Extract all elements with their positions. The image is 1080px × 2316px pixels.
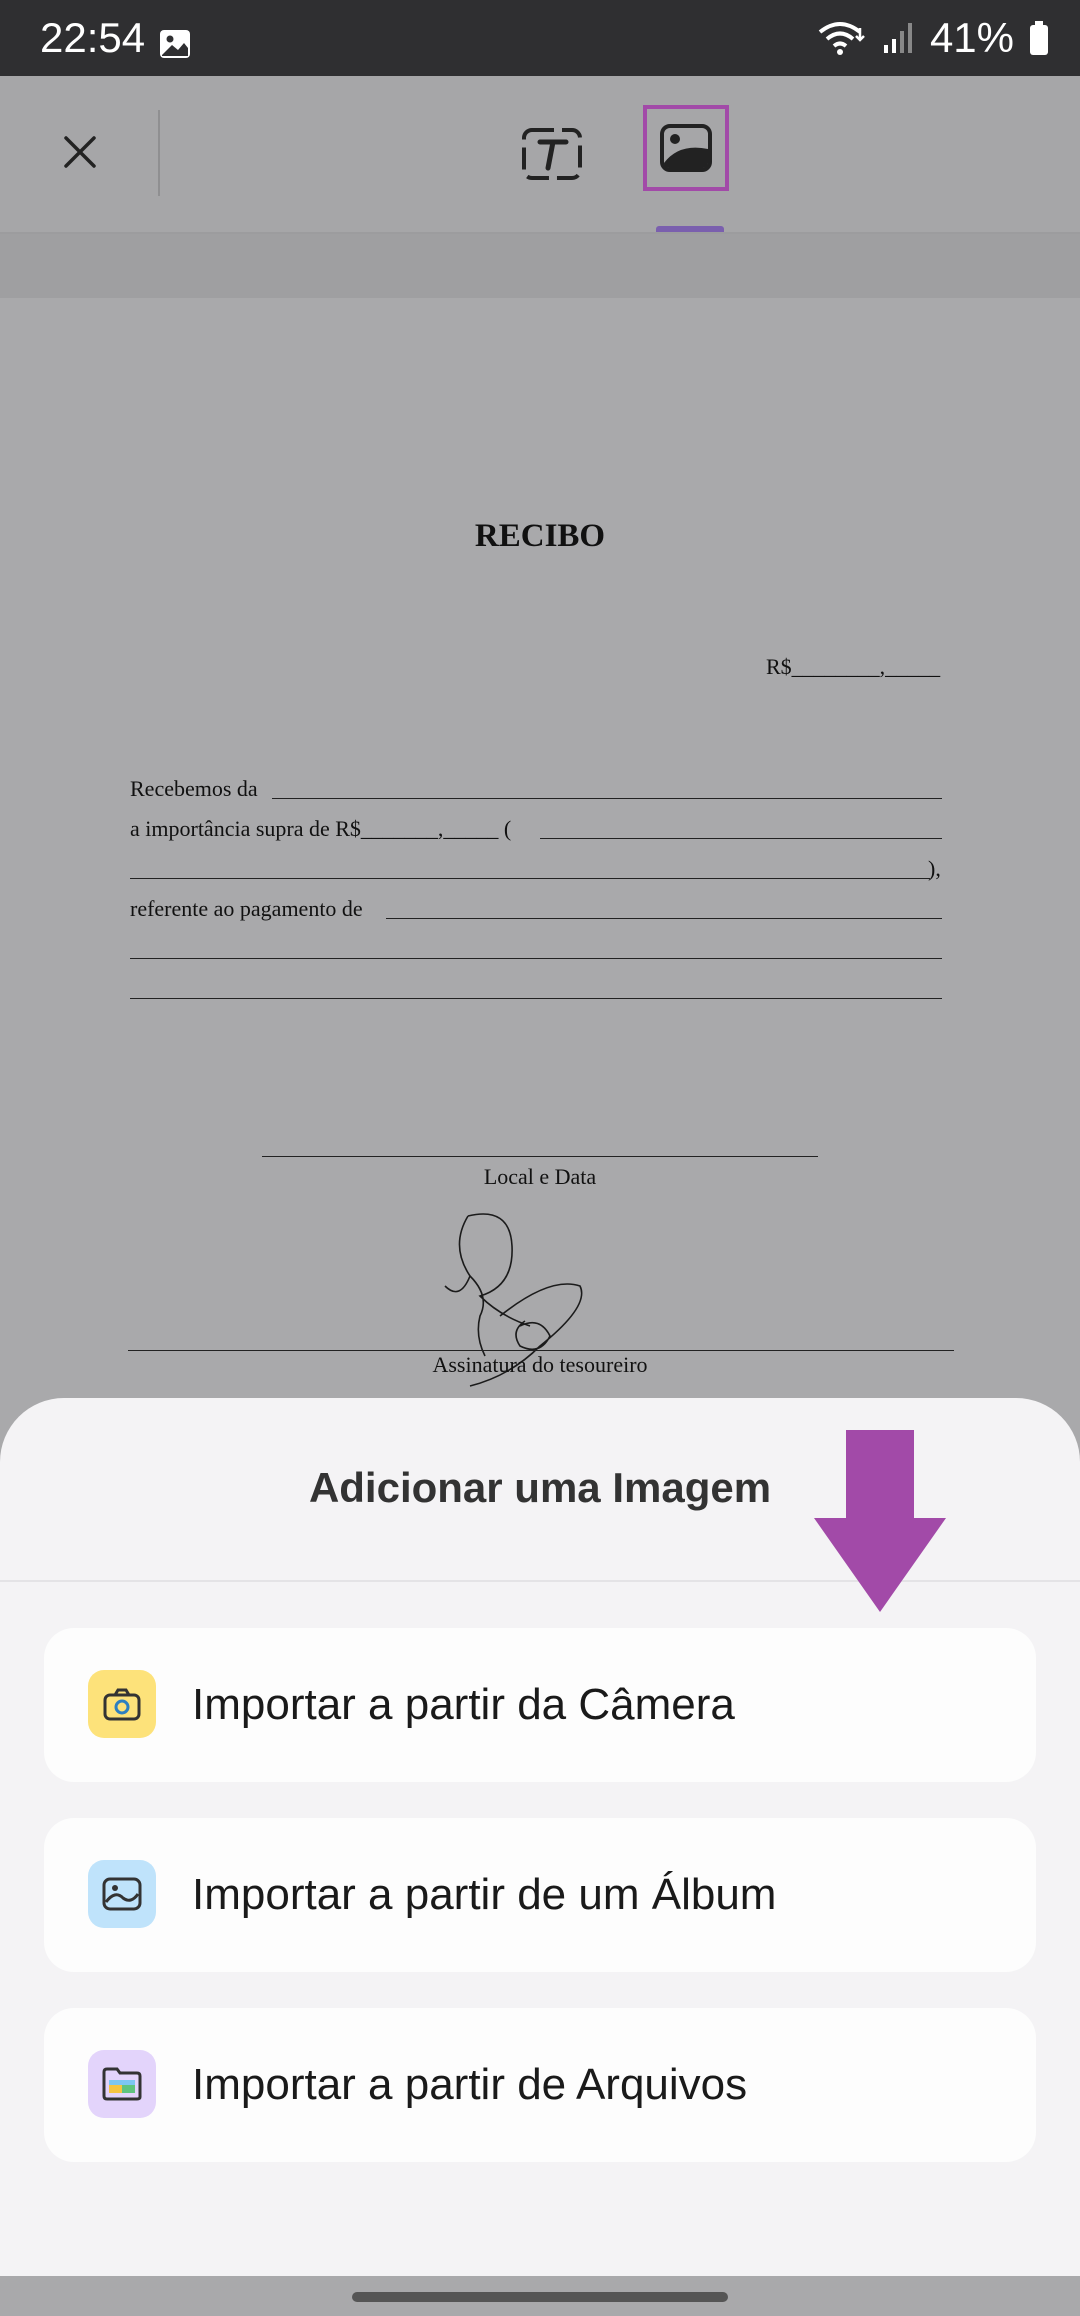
document-line-text: referente ao pagamento de bbox=[130, 896, 363, 921]
document-blank bbox=[262, 1156, 818, 1157]
option-label: Importar a partir de Arquivos bbox=[192, 2060, 748, 2109]
local-date-caption: Local e Data bbox=[483, 1164, 597, 1189]
close-icon bbox=[64, 136, 96, 168]
document-title: RECIBO bbox=[474, 518, 606, 554]
toolbar-divider bbox=[158, 110, 160, 196]
image-icon bbox=[160, 30, 190, 58]
battery-percentage: 41% bbox=[929, 14, 1014, 61]
import-album-option[interactable]: Importar a partir de um Álbum bbox=[44, 1818, 1036, 1972]
folder-icon-badge bbox=[88, 2050, 156, 2118]
option-label: Importar a partir da Câmera bbox=[192, 1680, 735, 1729]
status-right-group: 41% bbox=[818, 14, 1050, 62]
image-tool-icon bbox=[660, 124, 712, 172]
active-tab-indicator bbox=[656, 226, 724, 232]
document-blank bbox=[130, 878, 930, 879]
album-icon-badge bbox=[88, 1860, 156, 1928]
import-camera-option[interactable]: Importar a partir da Câmera bbox=[44, 1628, 1036, 1782]
folder-icon bbox=[102, 2067, 142, 2101]
status-time: 22:54 bbox=[40, 14, 146, 61]
document-blank bbox=[540, 838, 942, 839]
wifi-icon bbox=[818, 22, 865, 55]
battery-icon bbox=[1030, 21, 1048, 55]
text-tool-icon bbox=[522, 128, 582, 180]
navigation-bar bbox=[0, 2276, 1080, 2316]
document-amount: R$________,_____ bbox=[766, 654, 941, 679]
document-line-text: Recebemos da bbox=[130, 776, 258, 801]
text-tool-button[interactable] bbox=[520, 126, 584, 182]
document-top-band bbox=[0, 234, 1080, 298]
document-blank bbox=[128, 1350, 954, 1351]
option-label: Importar a partir de um Álbum bbox=[192, 1870, 777, 1919]
document-blank bbox=[130, 958, 942, 959]
import-files-option[interactable]: Importar a partir de Arquivos bbox=[44, 2008, 1036, 2162]
status-bar: 22:54 41% bbox=[0, 0, 1080, 76]
signal-icon bbox=[883, 23, 912, 53]
image-tool-button[interactable] bbox=[643, 105, 729, 191]
document-line-text: ), bbox=[928, 856, 941, 881]
treasurer-signature-caption: Assinatura do tesoureiro bbox=[432, 1352, 648, 1377]
document-blank bbox=[130, 998, 942, 999]
home-gesture-handle[interactable] bbox=[352, 2292, 728, 2302]
camera-icon bbox=[103, 1688, 141, 1721]
document-blank bbox=[386, 918, 942, 919]
document-line-text: a importância supra de R$_______,_____ ( bbox=[130, 816, 512, 841]
album-icon bbox=[102, 1877, 142, 1911]
editor-toolbar bbox=[0, 76, 1080, 234]
annotation-arrow-icon bbox=[814, 1430, 946, 1612]
camera-icon-badge bbox=[88, 1670, 156, 1738]
document-page: RECIBO R$________,_____ Recebemos da a i… bbox=[0, 298, 1080, 1398]
document-blank bbox=[272, 798, 942, 799]
close-button[interactable] bbox=[40, 112, 120, 192]
document-line: ), bbox=[928, 856, 958, 882]
